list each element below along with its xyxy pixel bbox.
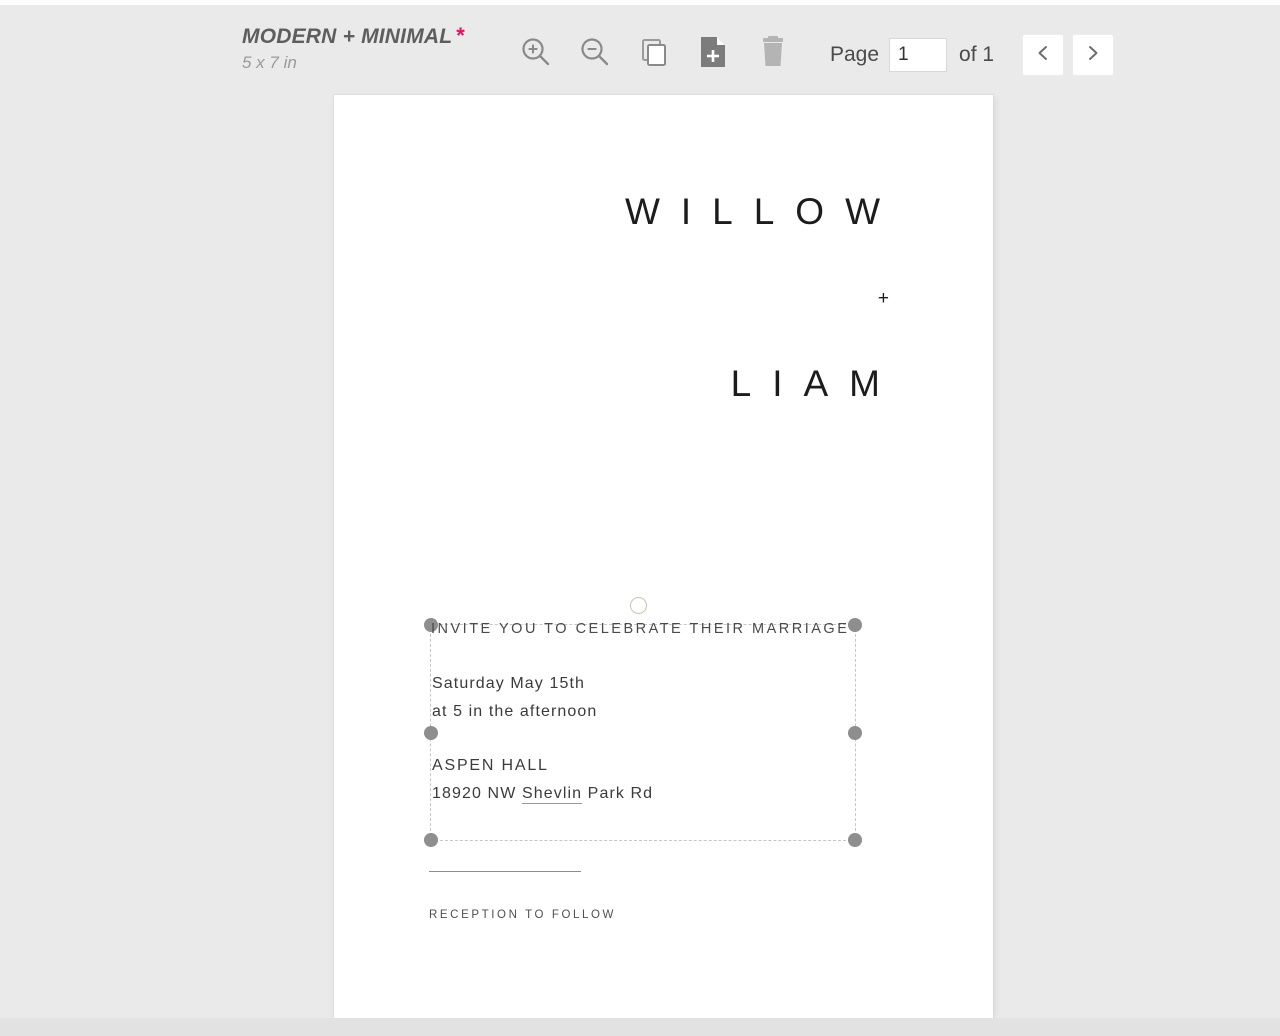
invite-details-textbox[interactable]: INVITE YOU TO CELEBRATE THEIR MARRIAGE S… xyxy=(424,597,862,847)
previous-page-button[interactable] xyxy=(1022,34,1065,76)
next-page-button[interactable] xyxy=(1072,34,1115,76)
invite-time: at 5 in the afternoon xyxy=(432,703,598,720)
page-total-label: of 1 xyxy=(959,43,995,66)
delete-page-button[interactable] xyxy=(750,31,796,77)
zoom-in-button[interactable] xyxy=(513,31,559,77)
name-first: WILLOW xyxy=(624,191,901,232)
add-page-button[interactable] xyxy=(690,31,736,77)
name-joiner: + xyxy=(877,288,889,309)
couple-names-block[interactable]: WILLOW + LIAM xyxy=(625,179,901,417)
name-second: LIAM xyxy=(730,363,901,404)
invite-address: 18920 NW Shevlin Park Rd xyxy=(432,785,654,804)
chevron-right-icon xyxy=(1083,43,1103,68)
invite-headline: INVITE YOU TO CELEBRATE THEIR MARRIAGE xyxy=(431,621,850,637)
resize-handle-middle-left[interactable] xyxy=(424,725,438,740)
misspelled-word: Shevlin xyxy=(521,785,583,804)
document-title: MODERN + MINIMAL * xyxy=(242,23,492,50)
document-size-label: 5 x 7 in xyxy=(242,53,297,72)
page-number-input[interactable] xyxy=(889,38,948,72)
invite-venue: ASPEN HALL xyxy=(432,757,549,774)
page-navigation: Page of 1 xyxy=(830,34,1115,76)
invite-divider xyxy=(429,871,581,872)
duplicate-page-button[interactable] xyxy=(631,31,677,77)
zoom-out-icon xyxy=(578,35,612,74)
invite-footer-note: RECEPTION TO FOLLOW xyxy=(429,909,616,921)
document-title-block: MODERN + MINIMAL * 5 x 7 in xyxy=(242,23,492,75)
resize-handle-bottom-right[interactable] xyxy=(848,833,862,847)
invitation-page-canvas[interactable]: WILLOW + LIAM INVITE YOU TO CELEBRATE TH… xyxy=(334,95,993,1018)
rotate-handle[interactable] xyxy=(630,597,647,614)
zoom-in-icon xyxy=(519,35,553,74)
chevron-left-icon xyxy=(1033,43,1053,68)
resize-handle-middle-right[interactable] xyxy=(848,725,862,740)
trash-icon xyxy=(758,35,788,74)
editor-toolbar: MODERN + MINIMAL * 5 x 7 in Page 1 of 1 xyxy=(0,5,1280,90)
unsaved-changes-marker: * xyxy=(456,23,466,48)
document-title-text: MODERN + MINIMAL xyxy=(242,25,453,48)
resize-handle-bottom-left[interactable] xyxy=(424,833,438,847)
canvas-bottom-shade xyxy=(0,1018,1280,1036)
add-page-icon xyxy=(698,35,728,74)
address-suffix: Park Rd xyxy=(582,785,654,802)
resize-handle-top-right[interactable] xyxy=(848,618,862,632)
address-prefix: 18920 NW xyxy=(432,785,522,802)
invite-date: Saturday May 15th xyxy=(432,675,585,692)
copy-icon xyxy=(638,36,670,73)
page-label: Page xyxy=(830,43,880,66)
zoom-out-button[interactable] xyxy=(572,31,618,77)
